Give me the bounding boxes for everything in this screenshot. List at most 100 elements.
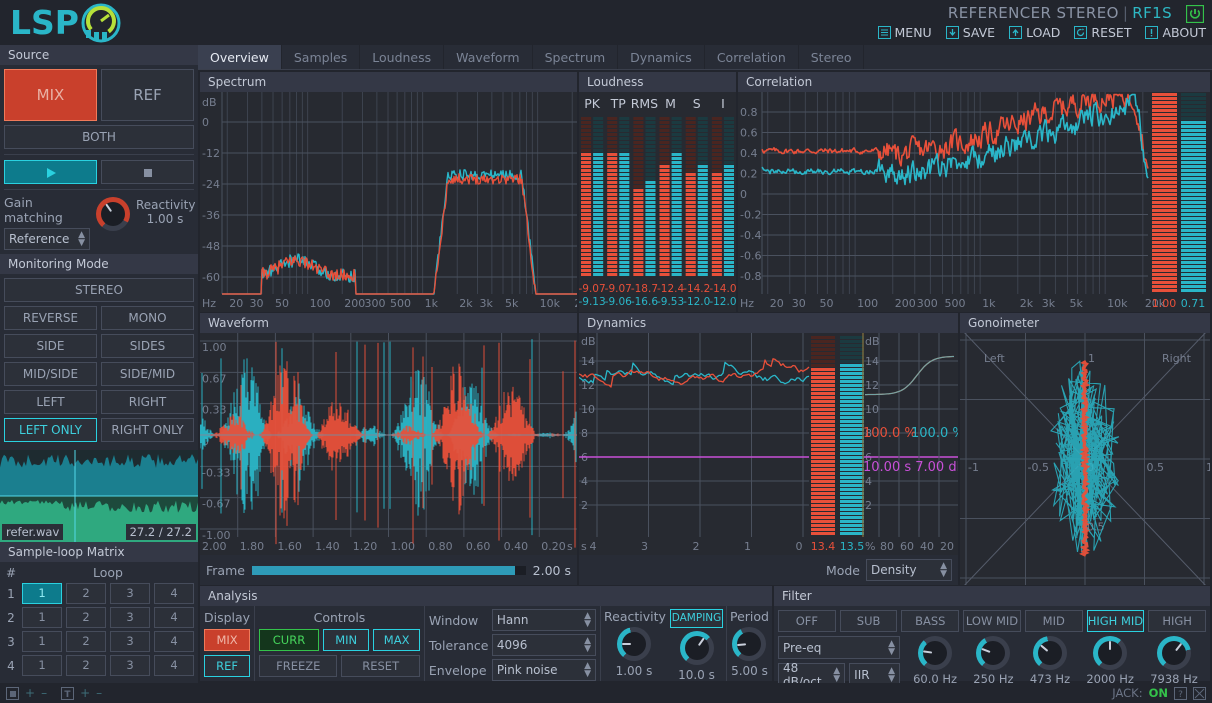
loudness-graph[interactable]: PK TP RMS M S I -9.07 -9.13 -9.07 -9.06 -18.7 -16.6… <box>579 92 736 312</box>
tab-correlation[interactable]: Correlation <box>705 45 799 69</box>
filter-freq-knob[interactable] <box>976 636 1011 670</box>
play-button[interactable] <box>4 160 97 184</box>
reset-button[interactable]: RESET <box>1074 25 1131 40</box>
matrix-cell[interactable]: 4 <box>154 583 194 604</box>
matrix-cell[interactable]: 1 <box>22 631 62 652</box>
display-mix-button[interactable]: MIX <box>204 629 251 651</box>
sidebar-item-mid-side[interactable]: MID/SIDE <box>4 362 97 386</box>
matrix-cell[interactable]: 1 <box>22 583 62 604</box>
frame-value: 2.00 s <box>532 562 571 578</box>
tab-dynamics[interactable]: Dynamics <box>618 45 705 69</box>
filter-band-sub-bass[interactable]: SUB BASS <box>839 610 898 648</box>
matrix-cell[interactable]: 4 <box>154 631 194 652</box>
matrix-cell[interactable]: 2 <box>66 631 106 652</box>
filter-freq-knob[interactable] <box>1157 636 1191 670</box>
matrix-cell[interactable]: 1 <box>22 607 62 628</box>
save-button[interactable]: SAVE <box>945 25 995 40</box>
max-button[interactable]: MAX <box>373 629 420 651</box>
matrix-cell[interactable]: 4 <box>154 655 194 676</box>
display-ref-button[interactable]: REF <box>204 655 251 677</box>
scale-increase-button[interactable]: + <box>25 686 35 700</box>
load-button[interactable]: LOAD <box>1009 25 1060 40</box>
filter-freq-knob[interactable] <box>1032 636 1067 670</box>
sidebar-item-side[interactable]: SIDE <box>4 334 97 358</box>
matrix-section-title: Sample-loop Matrix <box>0 542 198 562</box>
font-increase-button[interactable]: + <box>80 686 90 700</box>
freeze-button[interactable]: FREEZE <box>259 655 338 677</box>
spectrum-graph[interactable]: 0 -12 -24 -36 -48 -60 dB Hz 20 30 50 100 200 300 500 1k… <box>200 92 577 312</box>
damping-button[interactable]: DAMPING <box>670 609 723 628</box>
matrix-cell[interactable]: 3 <box>110 607 150 628</box>
goniometer-graph[interactable]: LeftRight1-1-1-0.500.51-0.5 <box>960 333 1210 585</box>
matrix-row-number: 3 <box>7 634 15 649</box>
stop-button[interactable] <box>101 160 194 184</box>
min-button[interactable]: MIN <box>322 629 370 651</box>
matrix-cell[interactable]: 3 <box>110 583 150 604</box>
tab-spectrum[interactable]: Spectrum <box>533 45 619 69</box>
waveform-graph[interactable]: 1.00 0.67 0.33 0 -0.33 -0.67 -1.00 2.00 1.80 1.60… <box>200 333 577 555</box>
window-select[interactable]: Hann ▲ ▼ <box>491 609 596 631</box>
correlation-graph[interactable]: 0.8 0.6 0.4 0.2 0 -0.2 -0.4 -0.6 -0.8 Hz 20 30 50 100… <box>738 92 1210 312</box>
matrix-cell[interactable]: 2 <box>66 655 106 676</box>
gain-matching-select[interactable]: Reference ▲ ▼ <box>4 228 90 250</box>
period-knob[interactable] <box>732 627 767 661</box>
filter-freq-knob[interactable] <box>1093 636 1128 670</box>
filter-band-mid[interactable]: MID <box>1024 610 1083 632</box>
power-icon[interactable] <box>1185 4 1205 24</box>
matrix-cell[interactable]: 2 <box>66 583 106 604</box>
damping-knob[interactable] <box>679 631 714 665</box>
envelope-select[interactable]: Pink noise ▲ ▼ <box>491 659 596 681</box>
reactivity-knob[interactable] <box>617 627 651 661</box>
svg-text:80: 80 <box>880 540 894 553</box>
source-mix-button[interactable]: MIX <box>4 69 97 121</box>
tab-loudness[interactable]: Loudness <box>360 45 445 69</box>
svg-text:0.71: 0.71 <box>1181 297 1206 310</box>
filter-band-high[interactable]: HIGH <box>1148 610 1207 632</box>
sidebar-item-side-mid[interactable]: SIDE/MID <box>101 362 194 386</box>
tab-overview[interactable]: Overview <box>198 45 282 69</box>
sidebar-item-left-only[interactable]: LEFT ONLY <box>4 418 97 442</box>
fullscreen-icon[interactable] <box>1193 686 1206 700</box>
sidebar-item-right-only[interactable]: RIGHT ONLY <box>101 418 194 442</box>
tolerance-select[interactable]: 4096 ▲ ▼ <box>491 634 596 656</box>
matrix-cell[interactable]: 1 <box>22 655 62 676</box>
font-decrease-button[interactable]: – <box>96 686 102 700</box>
svg-text:1.00: 1.00 <box>391 540 416 553</box>
source-both-button[interactable]: BOTH <box>4 125 194 149</box>
help-icon[interactable]: ? <box>1174 686 1187 700</box>
sidebar-item-left[interactable]: LEFT <box>4 390 97 414</box>
correlation-panel: Correlation 0.8 0.6 0.4 0.2 0 -0.2 -0.4 -0.6 -0.… <box>738 72 1210 312</box>
matrix-cell[interactable]: 3 <box>110 631 150 652</box>
scale-icon[interactable] <box>6 686 19 700</box>
matrix-cell[interactable]: 4 <box>154 607 194 628</box>
matrix-cell[interactable]: 2 <box>66 607 106 628</box>
curr-button[interactable]: CURR <box>259 629 319 651</box>
filter-band-low-mid[interactable]: LOW MID <box>963 610 1021 632</box>
filter-band-high-mid[interactable]: HIGH MID <box>1086 610 1145 632</box>
tab-stereo[interactable]: Stereo <box>799 45 865 69</box>
source-ref-button[interactable]: REF <box>101 69 194 121</box>
filter-freq-knob[interactable] <box>918 636 953 670</box>
sidebar-item-mono[interactable]: MONO <box>101 306 194 330</box>
filter-mode-select[interactable]: Pre-eq ▲ ▼ <box>778 636 900 659</box>
dynamics-graph[interactable]: 14141212101088664422dBdB43210s13.413.5%8… <box>579 333 958 555</box>
tab-samples[interactable]: Samples <box>282 45 361 69</box>
reset-analysis-button[interactable]: RESET <box>341 655 420 677</box>
mode-select[interactable]: Density ▲ ▼ <box>866 559 952 581</box>
tab-waveform[interactable]: Waveform <box>444 45 533 69</box>
font-icon[interactable]: T <box>61 686 75 700</box>
sidebar-item-sides[interactable]: SIDES <box>101 334 194 358</box>
sidebar-item-right[interactable]: RIGHT <box>101 390 194 414</box>
sidebar-item-reverse-stereo[interactable]: REVERSE STEREO <box>4 306 97 347</box>
filter-band-bass[interactable]: BASS <box>901 610 960 632</box>
filter-band-off[interactable]: OFF <box>778 610 836 632</box>
sample-preview[interactable]: refer.wav 27.2 / 27.2 <box>0 450 198 542</box>
about-button[interactable]: ABOUT <box>1145 25 1206 40</box>
frame-slider[interactable] <box>251 565 526 575</box>
menu-button[interactable]: MENU <box>877 25 932 40</box>
svg-text:LSP: LSP <box>10 3 79 42</box>
matrix-cell[interactable]: 3 <box>110 655 150 676</box>
sidebar-item-stereo[interactable]: STEREO <box>4 278 194 302</box>
gain-reactivity-knob[interactable] <box>96 197 130 231</box>
scale-decrease-button[interactable]: – <box>41 686 47 700</box>
